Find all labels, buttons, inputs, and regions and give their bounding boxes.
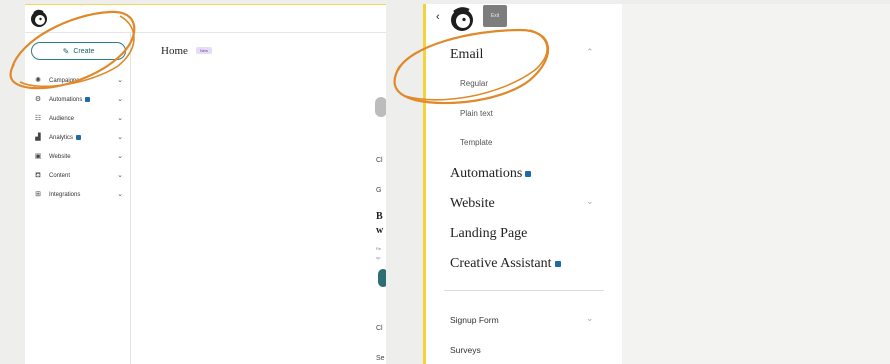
text-fragment: Cl	[376, 325, 383, 332]
chevron-up-icon[interactable]: ⌃	[586, 47, 594, 58]
nav-item-integrations[interactable]: ⊞ Integrations ⌄	[25, 185, 131, 204]
menu-item-website[interactable]: Website	[450, 196, 495, 212]
card-image	[375, 97, 386, 117]
nav-item-audience[interactable]: ☷ Audience ⌄	[25, 109, 131, 128]
text-fragment: G	[376, 187, 382, 194]
text-fragment: Se	[376, 355, 385, 362]
text-fragment: B	[376, 211, 383, 222]
text-fragment: op	[376, 255, 381, 260]
page-title: Home	[161, 45, 188, 57]
menu-label: Automations	[450, 166, 523, 181]
menu-item-template[interactable]: Template	[460, 138, 492, 147]
chevron-down-icon: ⌄	[117, 96, 123, 103]
nav-label: Content	[49, 172, 71, 179]
chevron-down-icon[interactable]: ⌄	[586, 196, 594, 207]
chevron-down-icon: ⌄	[117, 134, 123, 141]
exit-button[interactable]: Exit	[483, 5, 507, 27]
create-menu-header: ‹ Exit	[426, 4, 622, 32]
chevron-down-icon: ⌄	[117, 153, 123, 160]
nav-label: Integrations	[49, 191, 81, 198]
menu-item-creative-assistant[interactable]: Creative Assistant	[450, 256, 561, 272]
chevron-down-icon: ⌄	[117, 77, 123, 84]
menu-item-surveys[interactable]: Surveys	[450, 345, 481, 355]
nav-item-analytics[interactable]: ▟ Analytics ⌄	[25, 128, 131, 147]
analytics-icon: ▟	[35, 133, 41, 141]
lock-icon	[554, 261, 561, 267]
back-arrow-icon[interactable]: ‹	[436, 11, 440, 23]
integrations-icon: ⊞	[35, 190, 41, 198]
audience-icon: ☷	[34, 114, 42, 122]
content-icon: ⛾	[35, 171, 41, 179]
pencil-icon: ✎	[62, 46, 70, 56]
nav-item-campaigns[interactable]: ✺ Campaigns ⌄	[25, 71, 131, 90]
text-fragment: Re	[376, 246, 382, 251]
menu-label: Creative Assistant	[450, 256, 552, 271]
menu-item-signup-form[interactable]: Signup Form	[450, 315, 499, 325]
text-fragment: Cl	[376, 157, 383, 164]
main-area: Home New Cl G B w Re op Cl Se	[132, 33, 386, 364]
create-menu-screenshot: ‹ Exit Email ⌃ Regular Plain text Templa…	[423, 4, 622, 364]
menu-item-email[interactable]: Email	[450, 47, 483, 63]
nav-item-website[interactable]: ▣ Website ⌄	[25, 147, 131, 166]
megaphone-icon: ✺	[35, 76, 41, 84]
lock-icon	[525, 171, 532, 177]
chevron-down-icon[interactable]: ⌄	[586, 313, 594, 324]
nav-label: Website	[49, 153, 71, 160]
nav-label: Campaigns	[49, 77, 80, 84]
lock-icon	[76, 135, 82, 140]
create-button[interactable]: ✎ Create	[31, 42, 126, 60]
nav-label: Audience	[49, 115, 75, 122]
background-panel	[622, 4, 890, 364]
chevron-down-icon: ⌄	[117, 191, 123, 198]
menu-item-landing-page[interactable]: Landing Page	[450, 226, 527, 242]
text-fragment: w	[376, 225, 384, 236]
website-icon: ▣	[34, 152, 42, 160]
chevron-down-icon: ⌄	[117, 115, 123, 122]
nav-label: Automations	[49, 96, 83, 103]
nav-list: ✺ Campaigns ⌄ ⚙ Automations ⌄ ☷ Audience…	[25, 71, 131, 204]
nav-label: Analytics	[49, 134, 74, 141]
lock-icon	[85, 97, 91, 102]
menu-item-automations[interactable]: Automations	[450, 166, 532, 182]
top-bar	[25, 5, 386, 33]
new-badge: New	[196, 47, 213, 54]
teal-button[interactable]	[378, 269, 386, 287]
automation-icon: ⚙	[34, 95, 42, 103]
left-screenshot: ✎ Create ✺ Campaigns ⌄ ⚙ Automations ⌄ ☷…	[25, 4, 386, 364]
divider	[444, 290, 604, 291]
nav-item-automations[interactable]: ⚙ Automations ⌄	[25, 90, 131, 109]
mailchimp-logo-icon	[451, 7, 473, 31]
mailchimp-logo-icon[interactable]	[29, 8, 49, 30]
chevron-down-icon: ⌄	[117, 172, 123, 179]
menu-item-plain-text[interactable]: Plain text	[460, 109, 493, 118]
nav-item-content[interactable]: ⛾ Content ⌄	[25, 166, 131, 185]
sidebar: ✎ Create ✺ Campaigns ⌄ ⚙ Automations ⌄ ☷…	[25, 33, 131, 364]
create-label: Create	[73, 47, 95, 55]
menu-item-regular[interactable]: Regular	[460, 79, 488, 88]
